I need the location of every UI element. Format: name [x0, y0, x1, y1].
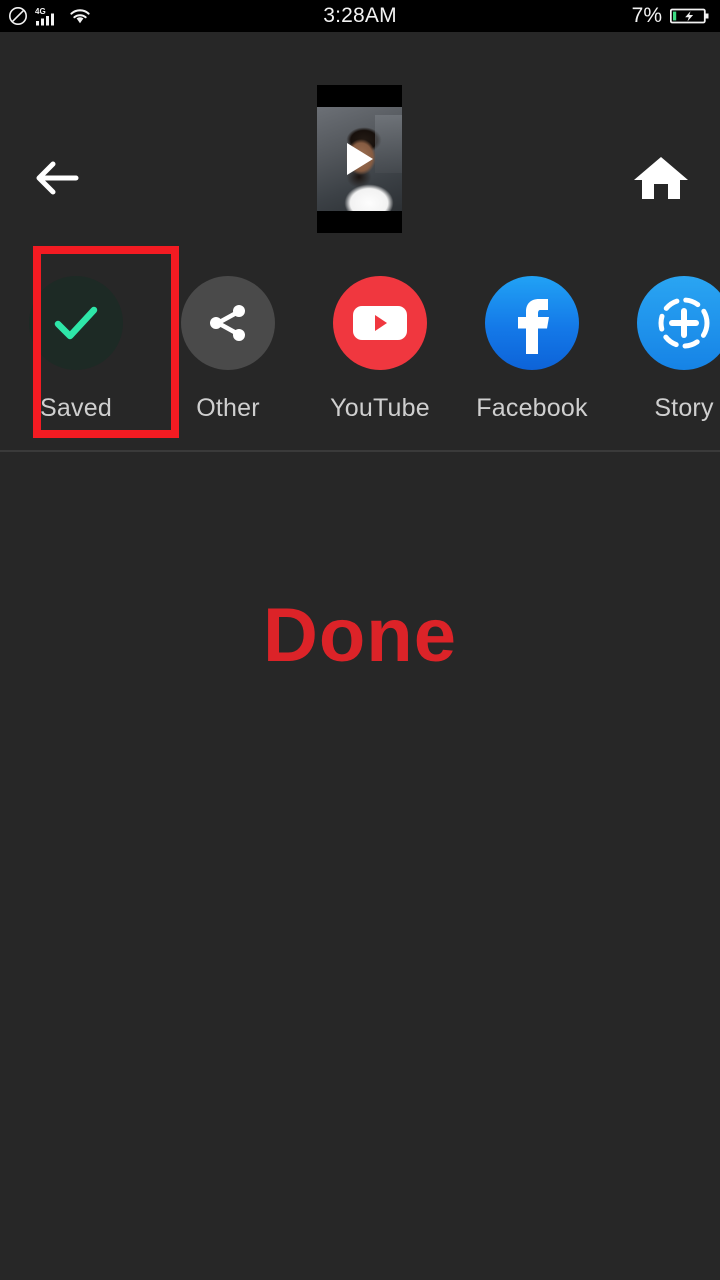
share-target-facebook[interactable]: Facebook [456, 248, 608, 423]
share-target-label: Other [196, 394, 260, 422]
section-divider [0, 450, 720, 452]
saved-circle [29, 276, 123, 370]
youtube-circle [333, 276, 427, 370]
home-button[interactable] [630, 152, 692, 204]
other-circle [181, 276, 275, 370]
share-target-story[interactable]: Story [608, 248, 720, 423]
video-thumbnail[interactable] [317, 85, 402, 233]
home-icon [632, 153, 690, 203]
share-target-label: Story [654, 394, 714, 422]
facebook-circle [485, 276, 579, 370]
story-add-icon [651, 290, 717, 356]
status-bar-right-icons: 7% [632, 4, 710, 28]
share-target-saved[interactable]: Saved [0, 248, 152, 423]
app-screen: 4G 3:28AM 7% Saved Other YouTube Faceboo… [0, 0, 720, 1280]
story-circle [637, 276, 720, 370]
youtube-icon [349, 300, 411, 346]
battery-percent-label: 7% [631, 4, 662, 27]
share-target-label: Saved [40, 394, 112, 422]
facebook-icon [504, 288, 560, 358]
status-bar-clock: 3:28AM [323, 4, 397, 27]
share-target-label: YouTube [330, 394, 430, 422]
header-bar [0, 32, 720, 240]
check-icon [46, 293, 106, 353]
arrow-left-icon [32, 158, 80, 198]
share-target-other[interactable]: Other [152, 248, 304, 423]
battery-charging-icon [670, 6, 710, 26]
status-message: Done [263, 593, 457, 678]
share-target-label: Facebook [476, 394, 588, 422]
share-nodes-icon [202, 297, 254, 349]
play-triangle-icon[interactable] [346, 143, 373, 175]
back-button[interactable] [27, 154, 85, 202]
share-targets-row: Saved Other YouTube Facebook Story [0, 248, 720, 444]
status-bar: 4G 3:28AM 7% [0, 0, 720, 32]
share-target-youtube[interactable]: YouTube [304, 248, 456, 423]
